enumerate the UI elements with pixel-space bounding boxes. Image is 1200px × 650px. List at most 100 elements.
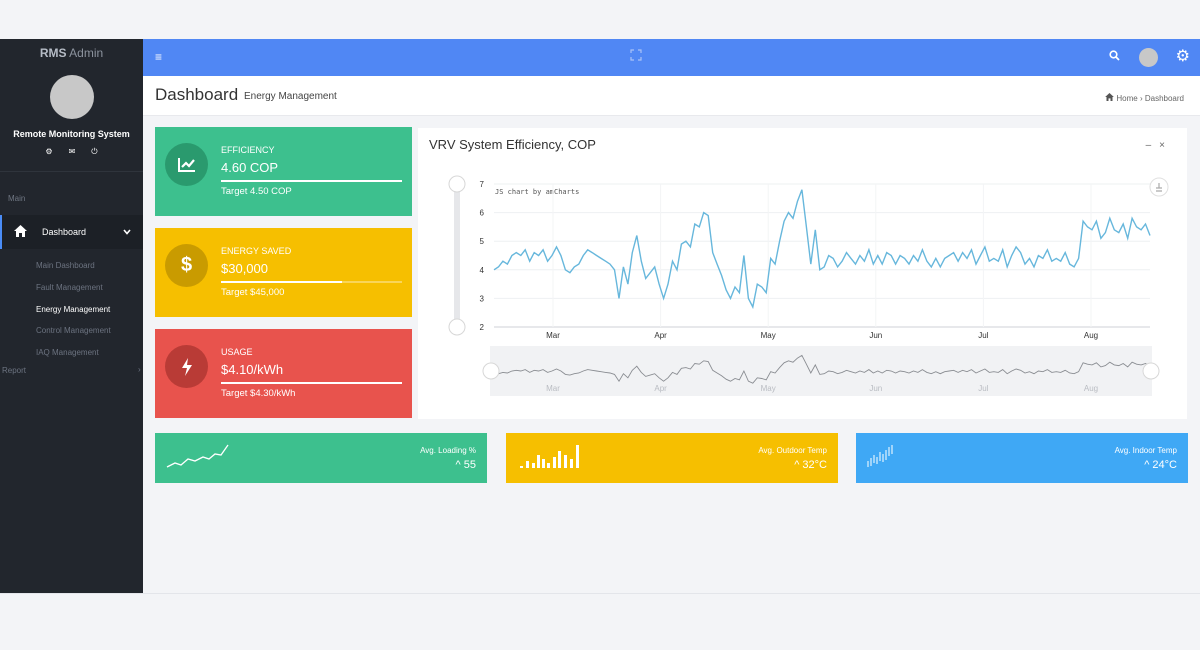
sidebar-item-main-dashboard[interactable]: Main Dashboard xyxy=(0,255,143,277)
sparkline-bars xyxy=(520,445,579,468)
y-tick-label: 6 xyxy=(480,209,485,218)
chevron-right-icon: › xyxy=(138,365,141,374)
scrollbar-tick-label: Apr xyxy=(654,384,667,393)
scrollbar-grip-top xyxy=(448,175,466,193)
scrollbar-tick-label: May xyxy=(761,384,776,393)
series-line xyxy=(493,189,1151,310)
y-tick-label: 3 xyxy=(480,294,485,303)
efficiency-chart-panel: 7 6 5 4 3 2 JS chart by amCharts Mar Apr May Jun Ju… xyxy=(418,128,1187,419)
card-value: $30,000 xyxy=(221,261,268,276)
sidebar-item-fault-management[interactable]: Fault Management xyxy=(0,277,143,299)
section-main-label: Main xyxy=(8,194,26,203)
app-window: RMS Admin Remote Monitoring System ⚙ ✉ ⏻… xyxy=(0,39,1200,593)
brand-bold: RMS xyxy=(39,46,67,60)
panel-controls: –× xyxy=(1146,140,1173,151)
topbar: ≡ ⚙ xyxy=(143,39,1200,76)
y-tick-label: 4 xyxy=(480,266,485,275)
bolt-icon xyxy=(165,345,208,388)
x-tick-label: May xyxy=(761,331,776,340)
progress-fill xyxy=(221,281,343,283)
home-icon xyxy=(1105,93,1116,103)
card-target: Target 4.50 COP xyxy=(221,186,292,197)
scrollbar-grip-right xyxy=(1142,362,1160,380)
sidebar: RMS Admin Remote Monitoring System ⚙ ✉ ⏻… xyxy=(0,39,143,593)
y-tick-label: 5 xyxy=(480,237,485,246)
brand-logo[interactable]: RMS Admin xyxy=(0,39,143,67)
amcharts-credit: JS chart by amCharts xyxy=(495,188,579,196)
avg-outdoor-temp-card: Avg. Outdoor Temp ^ 32°C xyxy=(506,433,838,483)
sidebar-item-report[interactable]: Report xyxy=(2,366,26,375)
sidebar-item-control-management[interactable]: Control Management xyxy=(0,320,143,342)
card-value: ^ 32°C xyxy=(794,459,827,471)
value-scrollbar-track xyxy=(454,184,460,327)
avg-loading-card: Avg. Loading % ^ 55 xyxy=(155,433,487,483)
settings-gear-icon[interactable]: ⚙ xyxy=(1176,46,1190,66)
card-value: $4.10/kWh xyxy=(221,362,284,377)
user-actions: ⚙ ✉ ⏻ xyxy=(0,147,143,157)
minimize-icon[interactable]: – xyxy=(1146,140,1160,151)
home-icon xyxy=(14,224,36,240)
page-footer-band xyxy=(0,593,1200,650)
user-avatar[interactable] xyxy=(49,75,94,119)
card-title: ENERGY SAVED xyxy=(221,246,292,256)
card-label: Avg. Indoor Temp xyxy=(1114,446,1177,455)
sidebar-item-dashboard[interactable]: Dashboard xyxy=(0,215,143,249)
chart-line-icon xyxy=(165,143,208,186)
close-icon[interactable]: × xyxy=(1159,140,1173,151)
card-label: Avg. Outdoor Temp xyxy=(758,446,827,455)
breadcrumb-current: Dashboard xyxy=(1144,94,1184,103)
usage-card: USAGE $4.10/kWh Target $4.30/kWh xyxy=(155,329,412,418)
system-name: Remote Monitoring System xyxy=(13,129,130,139)
scrollbar-tick-label: Jun xyxy=(869,384,882,393)
breadcrumb: Home › Dashboard xyxy=(1105,93,1184,103)
hamburger-menu-icon[interactable]: ≡ xyxy=(155,50,162,64)
card-value: 4.60 COP xyxy=(221,160,279,175)
sparkline-ticks xyxy=(867,445,893,467)
sparkline-line xyxy=(166,444,229,468)
x-tick-label: Apr xyxy=(654,331,667,340)
card-title: EFFICIENCY xyxy=(221,145,275,155)
page-subtitle: Energy Management xyxy=(244,91,337,102)
progress-fill xyxy=(221,382,402,384)
efficiency-card: EFFICIENCY 4.60 COP Target 4.50 COP xyxy=(155,127,412,216)
progress-fill xyxy=(221,180,402,182)
x-tick-label: Jun xyxy=(869,331,882,340)
scrollbar-tick-label: Aug xyxy=(1084,384,1098,393)
sidebar-item-iaq-management[interactable]: IAQ Management xyxy=(0,342,143,364)
sidebar-item-energy-management[interactable]: Energy Management xyxy=(0,299,143,321)
sidebar-divider xyxy=(0,171,143,172)
sidebar-item-label: Dashboard xyxy=(42,227,87,237)
mail-icon[interactable]: ✉ xyxy=(69,147,76,157)
scrollbar-background xyxy=(490,346,1152,396)
y-tick-label: 2 xyxy=(480,323,485,332)
energy-saved-card: $ ENERGY SAVED $30,000 Target $45,000 xyxy=(155,228,412,317)
chevron-down-icon xyxy=(123,228,131,237)
fullscreen-icon[interactable] xyxy=(630,49,642,64)
user-avatar-small[interactable] xyxy=(1139,48,1158,67)
progress-bar xyxy=(221,281,402,283)
page-title: Dashboard xyxy=(155,85,239,104)
x-tick-label: Jul xyxy=(978,331,988,340)
breadcrumb-home[interactable]: Home xyxy=(1116,94,1137,103)
page-header: Dashboard Energy Management Home › Dashb… xyxy=(143,76,1200,116)
scrollbar-grip-left xyxy=(482,362,500,380)
gear-icon[interactable]: ⚙ xyxy=(45,147,52,157)
scrollbar-grip-bottom xyxy=(448,318,466,336)
brand-rest: Admin xyxy=(69,46,104,60)
scrollbar-tick-label: Jul xyxy=(978,384,988,393)
y-tick-label: 7 xyxy=(480,180,485,189)
card-target: Target $45,000 xyxy=(221,287,285,298)
progress-bar xyxy=(221,382,402,384)
card-value: ^ 55 xyxy=(455,459,476,471)
power-icon[interactable]: ⏻ xyxy=(91,147,97,157)
progress-bar xyxy=(221,180,402,182)
dollar-icon: $ xyxy=(165,244,208,287)
breadcrumb-separator: › xyxy=(1139,94,1143,103)
scrollbar-tick-label: Mar xyxy=(546,384,560,393)
x-tick-label: Mar xyxy=(546,331,560,340)
efficiency-chart[interactable]: 7 6 5 4 3 2 JS chart by amCharts Mar Apr May Jun Ju… xyxy=(418,128,1187,419)
card-label: Avg. Loading % xyxy=(420,446,476,455)
card-title: USAGE xyxy=(221,347,253,357)
search-icon[interactable] xyxy=(1109,50,1120,64)
chart-title: VRV System Efficiency, COP xyxy=(429,137,596,152)
